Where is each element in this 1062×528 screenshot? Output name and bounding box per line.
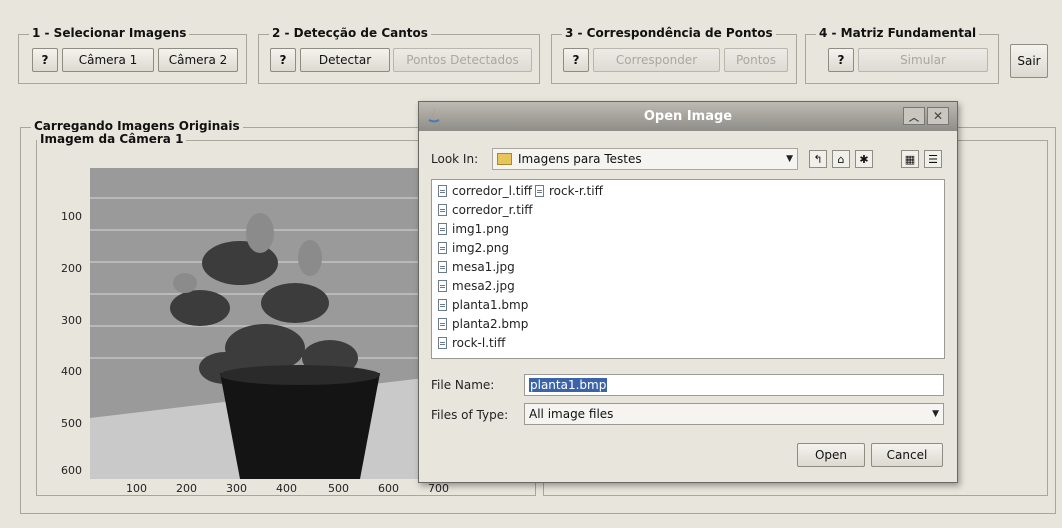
camera1-button[interactable]: Câmera 1 bbox=[62, 48, 154, 72]
close-icon[interactable]: ✕ bbox=[927, 107, 949, 125]
java-icon bbox=[427, 108, 441, 124]
y-tick: 200 bbox=[61, 262, 82, 275]
folder-icon bbox=[497, 153, 512, 165]
exit-button[interactable]: Sair bbox=[1010, 44, 1048, 78]
file-icon bbox=[438, 318, 447, 330]
help-button[interactable]: ? bbox=[563, 48, 589, 72]
file-icon bbox=[438, 299, 447, 311]
help-button[interactable]: ? bbox=[32, 48, 58, 72]
subtitle: Imagem da Câmera 1 bbox=[37, 132, 187, 146]
list-item[interactable]: planta1.bmp bbox=[438, 298, 528, 312]
file-icon bbox=[438, 185, 447, 197]
list-item[interactable]: corredor_l.tiff bbox=[438, 184, 532, 198]
list-item[interactable]: rock-l.tiff bbox=[438, 336, 505, 350]
points-button[interactable]: Pontos bbox=[724, 48, 788, 72]
help-button[interactable]: ? bbox=[270, 48, 296, 72]
camera2-button[interactable]: Câmera 2 bbox=[158, 48, 238, 72]
file-icon bbox=[438, 337, 447, 349]
x-tick: 100 bbox=[126, 482, 147, 495]
list-item[interactable]: planta2.bmp bbox=[438, 317, 528, 331]
y-tick: 400 bbox=[61, 365, 82, 378]
x-tick: 600 bbox=[378, 482, 399, 495]
home-icon[interactable]: ⌂ bbox=[832, 150, 850, 168]
dialog-title: Open Image bbox=[643, 109, 733, 124]
file-list[interactable]: corredor_l.tiff rock-r.tiff corredor_r.t… bbox=[431, 179, 945, 359]
file-icon bbox=[438, 261, 447, 273]
files-of-type-select[interactable]: All image files ▼ bbox=[524, 403, 944, 425]
new-folder-icon[interactable]: ✱ bbox=[855, 150, 873, 168]
y-tick: 100 bbox=[61, 210, 82, 223]
help-button[interactable]: ? bbox=[828, 48, 854, 72]
x-tick: 400 bbox=[276, 482, 297, 495]
open-image-dialog: Open Image ︿ ✕ Look In: Imagens para Tes… bbox=[418, 101, 958, 483]
group-title: 4 - Matriz Fundamental bbox=[816, 26, 980, 40]
chevron-down-icon: ▼ bbox=[932, 409, 939, 419]
file-name-input[interactable]: planta1.bmp bbox=[524, 374, 944, 396]
cancel-button[interactable]: Cancel bbox=[871, 443, 943, 467]
x-tick: 500 bbox=[328, 482, 349, 495]
file-icon bbox=[535, 185, 544, 197]
list-item[interactable]: mesa2.jpg bbox=[438, 279, 515, 293]
list-item[interactable]: img2.png bbox=[438, 241, 509, 255]
panel-title: Carregando Imagens Originais bbox=[31, 119, 243, 133]
detected-points-button[interactable]: Pontos Detectados bbox=[393, 48, 532, 72]
camera1-image bbox=[90, 168, 424, 479]
list-view-icon[interactable]: ▦ bbox=[901, 150, 919, 168]
file-icon bbox=[438, 223, 447, 235]
group-title: 1 - Selecionar Imagens bbox=[29, 26, 190, 40]
group-title: 3 - Correspondência de Pontos bbox=[562, 26, 776, 40]
x-tick: 300 bbox=[226, 482, 247, 495]
y-tick: 300 bbox=[61, 314, 82, 327]
list-item[interactable]: img1.png bbox=[438, 222, 509, 236]
file-name-value: planta1.bmp bbox=[529, 378, 608, 392]
y-tick: 500 bbox=[61, 417, 82, 430]
group-title: 2 - Detecção de Cantos bbox=[269, 26, 431, 40]
up-folder-icon[interactable]: ↰ bbox=[809, 150, 827, 168]
look-in-combo[interactable]: Imagens para Testes ▼ bbox=[492, 148, 798, 170]
files-of-type-label: Files of Type: bbox=[431, 408, 509, 422]
y-tick: 600 bbox=[61, 464, 82, 477]
detect-button[interactable]: Detectar bbox=[300, 48, 390, 72]
open-button[interactable]: Open bbox=[797, 443, 865, 467]
file-icon bbox=[438, 204, 447, 216]
list-item[interactable]: mesa1.jpg bbox=[438, 260, 515, 274]
dialog-titlebar[interactable]: Open Image ︿ ✕ bbox=[419, 102, 957, 131]
simulate-button[interactable]: Simular bbox=[858, 48, 988, 72]
x-tick: 700 bbox=[428, 482, 449, 495]
file-icon bbox=[438, 280, 447, 292]
look-in-value: Imagens para Testes bbox=[518, 152, 642, 166]
look-in-label: Look In: bbox=[431, 152, 479, 166]
list-item[interactable]: corredor_r.tiff bbox=[438, 203, 533, 217]
minimize-icon[interactable]: ︿ bbox=[903, 107, 925, 125]
x-tick: 200 bbox=[176, 482, 197, 495]
file-icon bbox=[438, 242, 447, 254]
chevron-down-icon: ▼ bbox=[786, 154, 793, 164]
file-name-label: File Name: bbox=[431, 378, 495, 392]
files-of-type-value: All image files bbox=[529, 407, 614, 421]
details-view-icon[interactable]: ☰ bbox=[924, 150, 942, 168]
match-button[interactable]: Corresponder bbox=[593, 48, 720, 72]
list-item[interactable]: rock-r.tiff bbox=[535, 184, 603, 198]
